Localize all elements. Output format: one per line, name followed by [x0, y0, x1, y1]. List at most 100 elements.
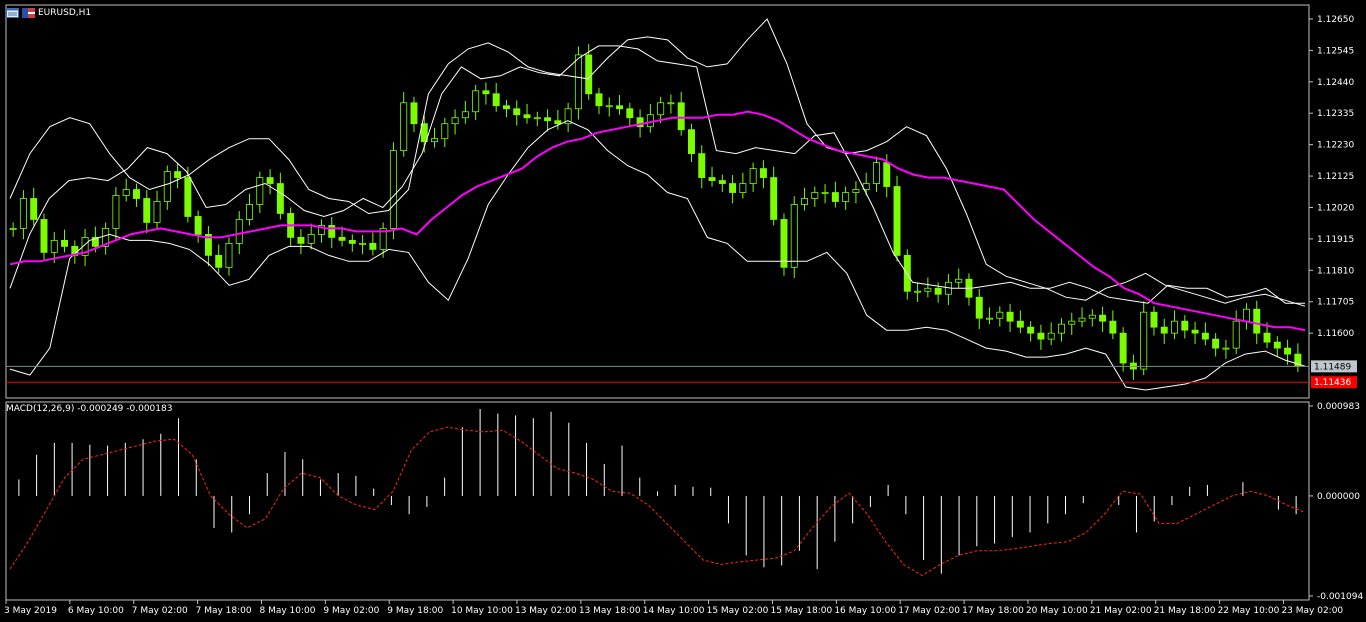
candle-body — [533, 117, 541, 120]
time-tick-label: 8 May 10:00 — [259, 606, 315, 616]
candle-body — [1057, 323, 1065, 334]
candle-body — [1150, 311, 1158, 328]
candle-body — [1027, 326, 1035, 334]
candle-body — [749, 168, 757, 184]
candle-body — [194, 216, 202, 235]
chart-canvas[interactable]: 1.12650 1.12545 1.12440 1.12335 1.12230 1.121… — [0, 0, 1366, 622]
candle-body — [657, 102, 665, 116]
candle-body — [770, 177, 778, 220]
time-tick-label: 14 May 10:00 — [643, 606, 705, 616]
candle-body — [1078, 317, 1086, 322]
candle-body — [986, 317, 994, 320]
time-tick-label: 16 May 10:00 — [834, 606, 896, 616]
time-tick-label: 9 May 18:00 — [387, 606, 443, 616]
macd-tick-label: -0.001094 — [1317, 592, 1363, 602]
candle-body — [1191, 329, 1199, 334]
candle-body — [924, 287, 932, 292]
candle-body — [739, 183, 747, 193]
candle-body — [297, 237, 305, 244]
time-tick-label: 13 May 02:00 — [515, 606, 577, 616]
candle-body — [482, 90, 490, 95]
candle-body — [1006, 311, 1014, 322]
candle-body — [9, 228, 17, 230]
candle-body — [1212, 338, 1220, 349]
time-tick-label: 7 May 02:00 — [132, 606, 188, 616]
candle-body — [934, 287, 942, 295]
time-tick-label: 20 May 10:00 — [1026, 606, 1088, 616]
time-tick-label: 13 May 18:00 — [579, 606, 641, 616]
candle-body — [461, 111, 469, 119]
candle-body — [112, 195, 120, 229]
candle-body — [1273, 341, 1281, 349]
candle-body — [883, 162, 891, 187]
candle-body — [235, 219, 243, 244]
price-tick-label: 1.12650 — [1317, 15, 1354, 25]
candle-body — [1263, 332, 1271, 343]
price-tick-label: 1.11810 — [1317, 266, 1354, 276]
candle-body — [1109, 320, 1117, 334]
candle-body — [667, 102, 675, 105]
candle-body — [1119, 332, 1127, 364]
candle-body — [451, 117, 459, 125]
candle-body — [143, 198, 151, 223]
candle-body — [1181, 320, 1189, 331]
candle-body — [1284, 347, 1292, 355]
symbol-label: EURUSD,H1 — [38, 8, 92, 18]
candle-body — [307, 234, 315, 244]
candle-body — [122, 189, 130, 196]
candle-body — [801, 198, 809, 205]
candle-body — [1047, 332, 1055, 340]
price-tick-label: 1.12230 — [1317, 141, 1354, 151]
time-tick-label: 21 May 18:00 — [1154, 606, 1216, 616]
candle-body — [595, 93, 603, 107]
candle-body — [574, 54, 582, 110]
candle-body — [729, 183, 737, 193]
candle-body — [431, 138, 439, 143]
candle-body — [955, 278, 963, 283]
candle-body — [184, 177, 192, 217]
candle-body — [585, 54, 593, 95]
candle-body — [502, 105, 510, 110]
candle-body — [893, 186, 901, 256]
candle-body — [708, 177, 716, 181]
time-tick-label: 6 May 10:00 — [68, 606, 124, 616]
candle-body — [790, 204, 798, 268]
candle-body — [400, 102, 408, 152]
candle-body — [359, 242, 367, 245]
macd-tick-label: 0.000000 — [1317, 492, 1360, 502]
candle-body — [441, 123, 449, 140]
candle-body — [1222, 347, 1230, 350]
time-tick-label: 7 May 18:00 — [196, 606, 252, 616]
symbol-header: EURUSD,H1 — [6, 8, 91, 18]
candle-body — [852, 189, 860, 193]
candle-body — [698, 153, 706, 178]
candle-body — [1201, 332, 1209, 340]
candle-body — [1171, 320, 1179, 334]
red-level-label: 1.11436 — [1314, 378, 1351, 388]
candle-body — [348, 239, 356, 244]
candle-body — [246, 204, 254, 220]
candle-body — [513, 108, 521, 116]
candle-body — [472, 90, 480, 113]
candle-body — [266, 177, 274, 184]
candle-body — [1160, 326, 1168, 334]
candle-body — [687, 129, 695, 155]
candle-body — [1037, 332, 1045, 340]
candle-body — [975, 296, 983, 319]
candle-body — [677, 102, 685, 131]
candle-body — [811, 192, 819, 199]
candle-body — [1099, 314, 1107, 322]
candle-body — [821, 192, 829, 194]
time-tick-label: 15 May 02:00 — [707, 606, 769, 616]
price-tick-label: 1.11705 — [1317, 298, 1354, 308]
candle-body — [605, 105, 613, 108]
time-tick-label: 15 May 18:00 — [770, 606, 832, 616]
current-price-label: 1.11489 — [1314, 362, 1351, 372]
window-menu-icon[interactable] — [6, 8, 19, 18]
price-tick-label: 1.11600 — [1317, 329, 1354, 339]
candle-body — [30, 198, 38, 220]
flag-icon — [22, 8, 35, 18]
candle-body — [544, 117, 552, 122]
candle-body — [1088, 314, 1096, 319]
candle-body — [996, 311, 1004, 319]
